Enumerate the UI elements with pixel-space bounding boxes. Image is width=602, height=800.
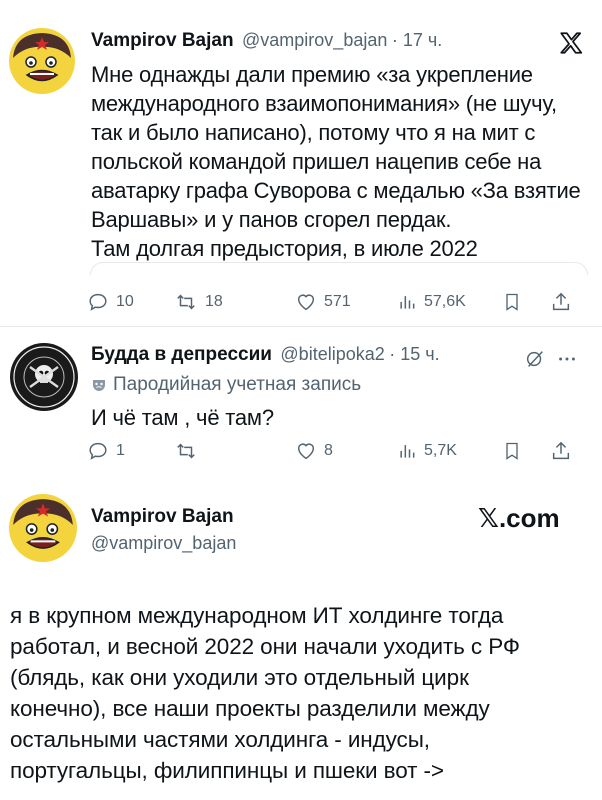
card-text-line: конечно), все наши проекты разделили меж… [10,696,490,721]
retweet-icon [177,443,195,459]
retweet-count: 18 [205,293,223,310]
retweet-icon [177,294,195,310]
views-button[interactable]: 5,7K [397,440,457,462]
tweet-header: Будда в депрессии @bitelipoka2 · 15 ч. [91,344,440,366]
avatar[interactable] [10,343,78,411]
share-icon [552,292,570,311]
grok-icon[interactable] [524,348,546,370]
more-icon[interactable] [556,348,578,370]
share-icon [552,441,570,460]
retweet-button[interactable]: 18 [174,291,223,313]
share-button[interactable] [550,291,572,313]
tweet-text: И чё там , чё там? [91,405,274,430]
avatar[interactable] [9,494,77,562]
views-count: 5,7K [424,442,457,459]
like-button[interactable]: 8 [295,440,333,462]
avatar[interactable] [9,28,75,94]
card-text-line: работал, и весной 2022 они начали уходит… [10,634,520,659]
reply-button[interactable]: 10 [87,291,134,313]
action-bar: 1 8 5,7K [82,436,582,466]
views-button[interactable]: 57,6K [397,291,466,313]
bookmark-icon [506,293,518,311]
like-icon [297,443,315,460]
views-icon [400,296,415,309]
card-text-line: я в крупном международном ИТ холдинге то… [10,603,504,628]
card-text-line: португальцы, филиппинцы и пшеки вот -> [10,758,444,783]
reply-button[interactable]: 1 [87,440,125,462]
share-button[interactable] [550,440,572,462]
timestamp[interactable]: · 15 ч. [389,344,439,364]
reply-count: 10 [116,293,134,310]
card-text: я в крупном международном ИТ холдинге то… [10,600,595,786]
retweet-button[interactable] [174,440,205,462]
like-count: 571 [324,293,351,310]
tweet-text-line: международного взаимопонимания» (не шучу… [91,91,557,116]
parody-mask-icon [93,380,105,391]
like-button[interactable]: 571 [295,291,351,313]
display-name[interactable]: Vampirov Bajan [91,506,234,528]
handle[interactable]: @vampirov_bajan [91,533,236,554]
tweet-text: Мне однажды дали премию «за укрепление м… [91,60,581,263]
tweet-header: Vampirov Bajan @vampirov_bajan · 17 ч. [91,30,442,52]
reply-icon [89,293,107,311]
display-name[interactable]: Vampirov Bajan [91,30,234,51]
site-logo: 𝕏.com [478,503,560,533]
divider [0,326,602,327]
card-text-line: остальными частями холдинга - индусы, [10,727,430,752]
quoted-card-edge [90,262,588,275]
x-logo-icon[interactable] [558,30,584,56]
tweet-text-line: Там долгая предыстория, в июле 2022 [91,236,478,261]
views-count: 57,6K [424,293,466,310]
tweet-text-line: Мне однажды дали премию «за укрепление [91,62,533,87]
tweet-text-line: так и было написано), потому что я на ми… [91,120,536,145]
card-text-line: (блядь, как они уходили это отдельный ци… [10,665,469,690]
tweet-text-line: польской командой пришел нацепив себе на [91,149,542,174]
bookmark-button[interactable] [502,291,522,313]
like-icon [297,294,315,311]
handle[interactable]: @vampirov_bajan [242,30,387,50]
like-count: 8 [324,442,333,459]
handle[interactable]: @bitelipoka2 [280,344,384,364]
tweet-text-line: аватарку графа Суворова с медалью «За вз… [91,178,581,203]
action-bar: 10 18 571 57,6K [82,287,582,317]
parody-label-text: Пародийная учетная запись [113,374,362,395]
tweet-text-line: Варшавы» и у панов сгорел пердак. [91,207,452,232]
reply-icon [89,442,107,460]
display-name[interactable]: Будда в депрессии [91,344,272,365]
timestamp[interactable]: · 17 ч. [392,30,442,50]
parody-label: Пародийная учетная запись [91,374,361,396]
bookmark-button[interactable] [502,440,522,462]
bookmark-icon [506,442,518,460]
views-icon [400,445,415,458]
reply-count: 1 [116,442,125,459]
